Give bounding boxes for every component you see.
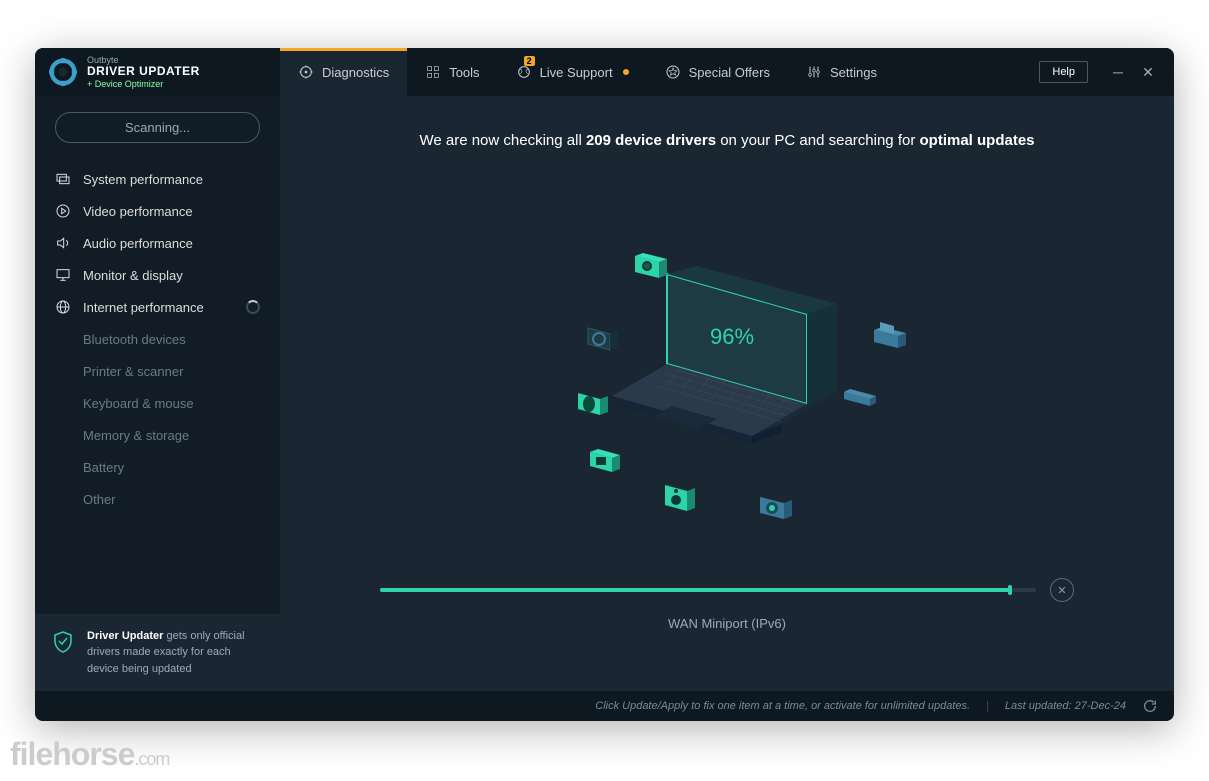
window-controls: Help ─ ✕	[1025, 48, 1174, 96]
category-label: Audio performance	[83, 236, 193, 251]
category-memory[interactable]: Memory & storage	[43, 419, 272, 451]
brand: Outbyte DRIVER UPDATER + Device Optimize…	[35, 48, 280, 96]
help-button[interactable]: Help	[1039, 61, 1088, 83]
tab-tools[interactable]: Tools	[407, 48, 497, 96]
tabs: Diagnostics Tools 2 Live Support Special Off…	[280, 48, 1025, 96]
video-icon	[55, 203, 71, 219]
diagnostics-icon	[298, 64, 314, 80]
tab-label: Live Support	[540, 65, 613, 80]
category-label: Keyboard & mouse	[83, 396, 194, 411]
tools-icon	[425, 64, 441, 80]
notification-dot-icon	[623, 69, 629, 75]
category-label: Battery	[83, 460, 124, 475]
scan-button[interactable]: Scanning...	[55, 112, 260, 143]
special-offers-icon	[665, 64, 681, 80]
category-label: System performance	[83, 172, 203, 187]
category-keyboard[interactable]: Keyboard & mouse	[43, 387, 272, 419]
live-support-icon	[516, 64, 532, 80]
internet-icon	[55, 299, 71, 315]
headline: We are now checking all 209 device drive…	[280, 96, 1174, 169]
cancel-scan-button[interactable]: ✕	[1050, 578, 1074, 602]
camera-device-icon	[627, 244, 673, 290]
tab-label: Diagnostics	[322, 65, 389, 80]
tab-label: Settings	[830, 65, 877, 80]
close-button[interactable]: ✕	[1136, 60, 1160, 84]
category-label: Other	[83, 492, 116, 507]
watermark: filehorse.com	[10, 736, 169, 773]
driver-count: 209 device drivers	[586, 132, 716, 149]
shield-check-icon	[51, 630, 75, 654]
laptop-illustration: 96%	[597, 264, 857, 464]
category-audio[interactable]: Audio performance	[43, 227, 272, 259]
tab-settings[interactable]: Settings	[788, 48, 895, 96]
promo-footer: Driver Updater gets only official driver…	[35, 614, 280, 692]
mouse-device-icon	[572, 379, 618, 425]
percent-label: 96%	[710, 324, 754, 349]
promo-bold: Driver Updater	[87, 630, 163, 642]
category-label: Printer & scanner	[83, 364, 183, 379]
refresh-icon[interactable]	[1142, 698, 1158, 714]
settings-icon	[806, 64, 822, 80]
category-printer[interactable]: Printer & scanner	[43, 355, 272, 387]
tab-live-support[interactable]: 2 Live Support	[498, 48, 647, 96]
brand-sub: + Device Optimizer	[87, 79, 200, 89]
main-panel: We are now checking all 209 device drive…	[280, 96, 1174, 691]
illustration: 96%	[280, 169, 1174, 578]
category-battery[interactable]: Battery	[43, 451, 272, 483]
category-bluetooth[interactable]: Bluetooth devices	[43, 323, 272, 355]
category-internet[interactable]: Internet performance	[43, 291, 272, 323]
app-window: Outbyte DRIVER UPDATER + Device Optimize…	[35, 48, 1174, 721]
category-label: Monitor & display	[83, 268, 183, 283]
statusbar: Click Update/Apply to fix one item at a …	[35, 691, 1174, 721]
audio-icon	[55, 235, 71, 251]
sidebar: Scanning... System performance Video perf…	[35, 96, 280, 691]
chip-device-icon	[582, 438, 628, 484]
category-label: Bluetooth devices	[83, 332, 186, 347]
system-icon	[55, 171, 71, 187]
monitor-icon	[55, 267, 71, 283]
spinner-icon	[246, 300, 260, 314]
category-label: Memory & storage	[83, 428, 189, 443]
brand-product: DRIVER UPDATER	[87, 65, 200, 79]
last-updated: Last updated: 27-Dec-24	[1005, 700, 1126, 712]
webcam-device-icon	[752, 483, 798, 529]
category-label: Video performance	[83, 204, 193, 219]
current-item: WAN Miniport (IPv6)	[380, 616, 1074, 631]
progress-bar	[380, 588, 1036, 592]
tab-diagnostics[interactable]: Diagnostics	[280, 48, 407, 96]
printer-device-icon	[866, 314, 912, 360]
speaker-device-icon	[657, 473, 703, 519]
category-system[interactable]: System performance	[43, 163, 272, 195]
minimize-button[interactable]: ─	[1106, 60, 1130, 84]
category-label: Internet performance	[83, 300, 204, 315]
brand-logo-icon	[49, 58, 77, 86]
progress-area: ✕ WAN Miniport (IPv6)	[280, 578, 1174, 691]
category-list: System performance Video performance Audio…	[35, 163, 280, 614]
category-monitor[interactable]: Monitor & display	[43, 259, 272, 291]
tab-label: Special Offers	[689, 65, 770, 80]
titlebar: Outbyte DRIVER UPDATER + Device Optimize…	[35, 48, 1174, 96]
category-other[interactable]: Other	[43, 483, 272, 515]
headphones-device-icon	[582, 314, 628, 360]
category-video[interactable]: Video performance	[43, 195, 272, 227]
tab-special-offers[interactable]: Special Offers	[647, 48, 788, 96]
usb-device-icon	[836, 374, 882, 420]
tab-label: Tools	[449, 65, 479, 80]
status-hint: Click Update/Apply to fix one item at a …	[595, 700, 970, 712]
badge: 2	[524, 56, 535, 66]
